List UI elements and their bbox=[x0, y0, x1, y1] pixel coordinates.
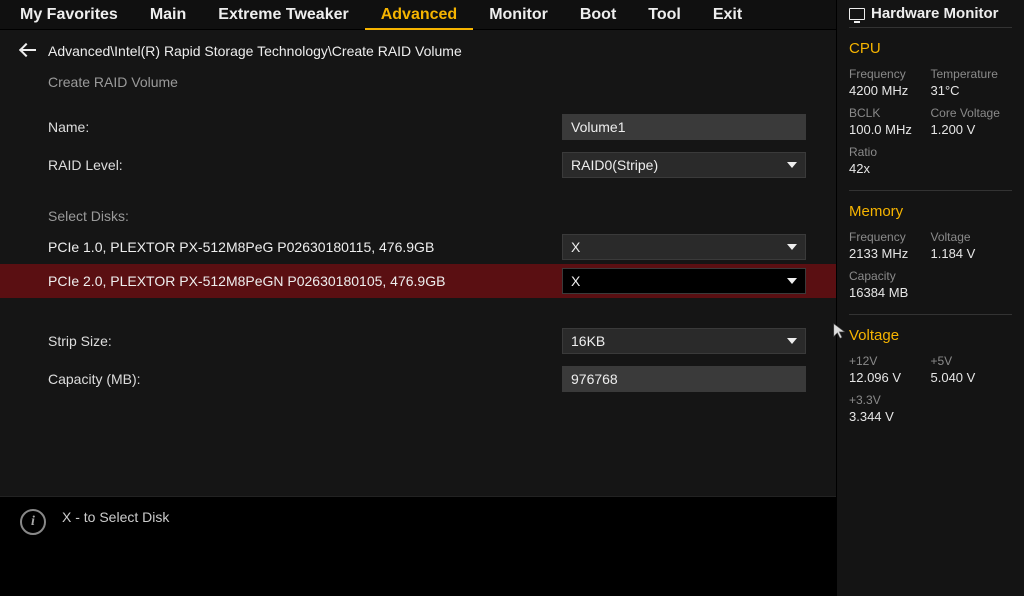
name-label: Name: bbox=[48, 119, 562, 135]
cpu-temp-value: 31°C bbox=[931, 83, 1013, 98]
help-bar: i X - to Select Disk bbox=[0, 496, 836, 596]
raid-level-label: RAID Level: bbox=[48, 157, 562, 173]
chevron-down-icon bbox=[787, 244, 797, 250]
cpu-ratio-label: Ratio bbox=[849, 145, 931, 159]
cpu-freq-label: Frequency bbox=[849, 67, 931, 81]
strip-size-value: 16KB bbox=[571, 333, 605, 349]
disk-1-select[interactable]: X bbox=[562, 268, 806, 294]
disk-1-label: PCIe 2.0, PLEXTOR PX-512M8PeGN P02630180… bbox=[48, 273, 562, 289]
disk-0-value: X bbox=[571, 239, 580, 255]
v33-label: +3.3V bbox=[849, 393, 931, 407]
tab-extreme-tweaker[interactable]: Extreme Tweaker bbox=[202, 0, 364, 30]
disk-row-0[interactable]: PCIe 1.0, PLEXTOR PX-512M8PeG P026301801… bbox=[0, 230, 836, 264]
cpu-freq-value: 4200 MHz bbox=[849, 83, 931, 98]
chevron-down-icon bbox=[787, 278, 797, 284]
v12-value: 12.096 V bbox=[849, 370, 931, 385]
v5-value: 5.040 V bbox=[931, 370, 1013, 385]
cpu-corev-label: Core Voltage bbox=[931, 106, 1013, 120]
back-arrow-icon[interactable] bbox=[20, 42, 38, 60]
cpu-temp-label: Temperature bbox=[931, 67, 1013, 81]
cpu-bclk-value: 100.0 MHz bbox=[849, 122, 931, 137]
strip-size-label: Strip Size: bbox=[48, 333, 562, 349]
tab-boot[interactable]: Boot bbox=[564, 0, 632, 30]
disk-0-select[interactable]: X bbox=[562, 234, 806, 260]
mem-cap-label: Capacity bbox=[849, 269, 931, 283]
tab-my-favorites[interactable]: My Favorites bbox=[4, 0, 134, 30]
v12-label: +12V bbox=[849, 354, 931, 368]
hardware-monitor-title-row: Hardware Monitor bbox=[849, 0, 1012, 28]
breadcrumb-row: Advanced\Intel(R) Rapid Storage Technolo… bbox=[0, 30, 836, 64]
disk-1-value: X bbox=[571, 273, 580, 289]
tab-exit[interactable]: Exit bbox=[697, 0, 758, 30]
capacity-value: 976768 bbox=[571, 371, 618, 387]
main-panel: Advanced\Intel(R) Rapid Storage Technolo… bbox=[0, 30, 836, 496]
hardware-monitor-panel: Hardware Monitor CPU Frequency 4200 MHz … bbox=[836, 0, 1024, 596]
capacity-label: Capacity (MB): bbox=[48, 371, 562, 387]
monitor-icon bbox=[849, 8, 865, 20]
cpu-ratio-value: 42x bbox=[849, 161, 931, 176]
mem-freq-label: Frequency bbox=[849, 230, 931, 244]
strip-size-select[interactable]: 16KB bbox=[562, 328, 806, 354]
chevron-down-icon bbox=[787, 338, 797, 344]
help-text: X - to Select Disk bbox=[62, 509, 169, 525]
raid-level-select[interactable]: RAID0(Stripe) bbox=[562, 152, 806, 178]
raid-level-value: RAID0(Stripe) bbox=[571, 157, 658, 173]
mem-volt-label: Voltage bbox=[931, 230, 1013, 244]
tab-main[interactable]: Main bbox=[134, 0, 202, 30]
tab-tool[interactable]: Tool bbox=[632, 0, 697, 30]
page-subtitle: Create RAID Volume bbox=[0, 64, 836, 108]
disk-0-label: PCIe 1.0, PLEXTOR PX-512M8PeG P026301801… bbox=[48, 239, 562, 255]
cpu-corev-value: 1.200 V bbox=[931, 122, 1013, 137]
cpu-heading: CPU bbox=[849, 40, 1012, 57]
v33-value: 3.344 V bbox=[849, 409, 931, 424]
tab-advanced[interactable]: Advanced bbox=[365, 0, 473, 30]
mem-cap-value: 16384 MB bbox=[849, 285, 931, 300]
name-input[interactable]: Volume1 bbox=[562, 114, 806, 140]
voltage-heading: Voltage bbox=[849, 327, 1012, 344]
select-disks-label: Select Disks: bbox=[0, 208, 836, 230]
info-icon: i bbox=[20, 509, 46, 535]
chevron-down-icon bbox=[787, 162, 797, 168]
breadcrumb: Advanced\Intel(R) Rapid Storage Technolo… bbox=[48, 43, 462, 59]
hardware-monitor-title: Hardware Monitor bbox=[871, 5, 999, 22]
cpu-bclk-label: BCLK bbox=[849, 106, 931, 120]
mem-freq-value: 2133 MHz bbox=[849, 246, 931, 261]
capacity-input[interactable]: 976768 bbox=[562, 366, 806, 392]
name-value: Volume1 bbox=[571, 119, 625, 135]
tab-monitor[interactable]: Monitor bbox=[473, 0, 564, 30]
memory-heading: Memory bbox=[849, 203, 1012, 220]
mem-volt-value: 1.184 V bbox=[931, 246, 1013, 261]
disk-row-1[interactable]: PCIe 2.0, PLEXTOR PX-512M8PeGN P02630180… bbox=[0, 264, 836, 298]
v5-label: +5V bbox=[931, 354, 1013, 368]
